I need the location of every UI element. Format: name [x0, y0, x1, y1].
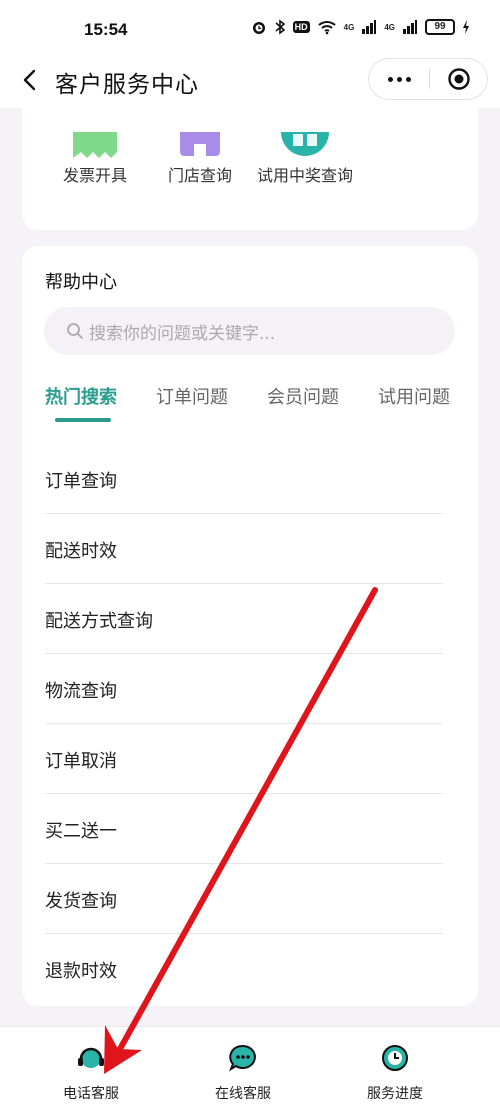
search-placeholder: 搜索你的问题或关键字...	[89, 324, 276, 344]
phone-service-button[interactable]: 电话客服	[26, 1027, 156, 1111]
tab-order-questions[interactable]: 订单问题	[156, 383, 228, 409]
trial-prize-icon	[281, 132, 329, 156]
chat-bubble-icon	[228, 1044, 256, 1072]
faq-item-order-cancel[interactable]: 订单取消	[45, 724, 443, 794]
bottom-bar: 电话客服 在线客服 服务进度	[0, 1026, 500, 1111]
service-invoice[interactable]: 发票开具	[40, 108, 150, 198]
faq-item-shipping-query[interactable]: 发货查询	[45, 864, 443, 934]
faq-item-delivery-method[interactable]: 配送方式查询	[45, 584, 443, 654]
mini-program-capsule	[368, 58, 488, 100]
signal-icon	[362, 20, 377, 34]
service-trial-prize[interactable]: 试用中奖查询	[250, 108, 360, 198]
faq-item-logistics[interactable]: 物流查询	[45, 654, 443, 724]
chevron-left-icon	[23, 69, 36, 91]
tab-trial-questions[interactable]: 试用问题	[378, 383, 450, 409]
close-button[interactable]	[429, 59, 489, 99]
faq-item-buy-two-get-one[interactable]: 买二送一	[45, 794, 443, 864]
battery-indicator: 99	[425, 19, 455, 35]
faq-list: 订单查询 配送时效 配送方式查询 物流查询 订单取消 买二送一 发货查询 退款时…	[45, 444, 443, 1004]
faq-item-refund-time[interactable]: 退款时效	[45, 934, 443, 1004]
bluetooth-icon	[275, 19, 285, 35]
active-tab-indicator	[55, 418, 111, 422]
network-4g-label-2: 4G	[384, 22, 395, 32]
status-bar: 15:54 HD 4G 4G 99	[0, 0, 500, 52]
services-card: 发票开具 门店查询 试用中奖查询	[22, 108, 478, 230]
nav-bar: 客户服务中心	[0, 52, 500, 108]
service-label: 发票开具	[62, 166, 127, 185]
bottom-label: 服务进度	[367, 1086, 423, 1102]
more-dots-icon	[387, 76, 411, 82]
invoice-icon	[73, 132, 117, 158]
help-tabs: 热门搜索 订单问题 会员问题 试用问题	[22, 379, 478, 422]
headset-icon	[78, 1047, 104, 1068]
store-icon	[180, 132, 220, 156]
online-service-button[interactable]: 在线客服	[178, 1027, 308, 1111]
more-button[interactable]	[369, 59, 429, 99]
search-input[interactable]: 搜索你的问题或关键字...	[44, 307, 455, 355]
search-icon	[67, 323, 83, 339]
status-time: 15:54	[84, 20, 128, 39]
help-center-title: 帮助中心	[45, 272, 117, 293]
service-store[interactable]: 门店查询	[145, 108, 255, 198]
service-label: 试用中奖查询	[256, 166, 353, 185]
target-close-icon	[448, 68, 470, 90]
tab-hot-search[interactable]: 热门搜索	[45, 383, 117, 409]
service-label: 门店查询	[167, 166, 232, 185]
tab-member-questions[interactable]: 会员问题	[267, 383, 339, 409]
bottom-label: 在线客服	[215, 1086, 271, 1102]
bottom-label: 电话客服	[63, 1086, 119, 1102]
help-center-card: 帮助中心 搜索你的问题或关键字... 热门搜索 订单问题 会员问题 试用问题 订…	[22, 246, 478, 1006]
page-title: 客户服务中心	[55, 72, 199, 98]
clock-icon	[382, 1045, 408, 1071]
hd-badge: HD	[292, 21, 310, 33]
faq-item-delivery-time[interactable]: 配送时效	[45, 514, 443, 584]
charging-icon	[463, 20, 469, 34]
status-icons: HD 4G 4G 99	[251, 19, 470, 35]
alarm-icon	[252, 22, 265, 34]
faq-item-order-query[interactable]: 订单查询	[45, 444, 443, 514]
signal-icon-2	[403, 20, 417, 34]
wifi-icon	[317, 21, 336, 35]
back-button[interactable]	[12, 62, 48, 98]
network-4g-label-1: 4G	[343, 22, 355, 32]
service-progress-button[interactable]: 服务进度	[330, 1027, 460, 1111]
